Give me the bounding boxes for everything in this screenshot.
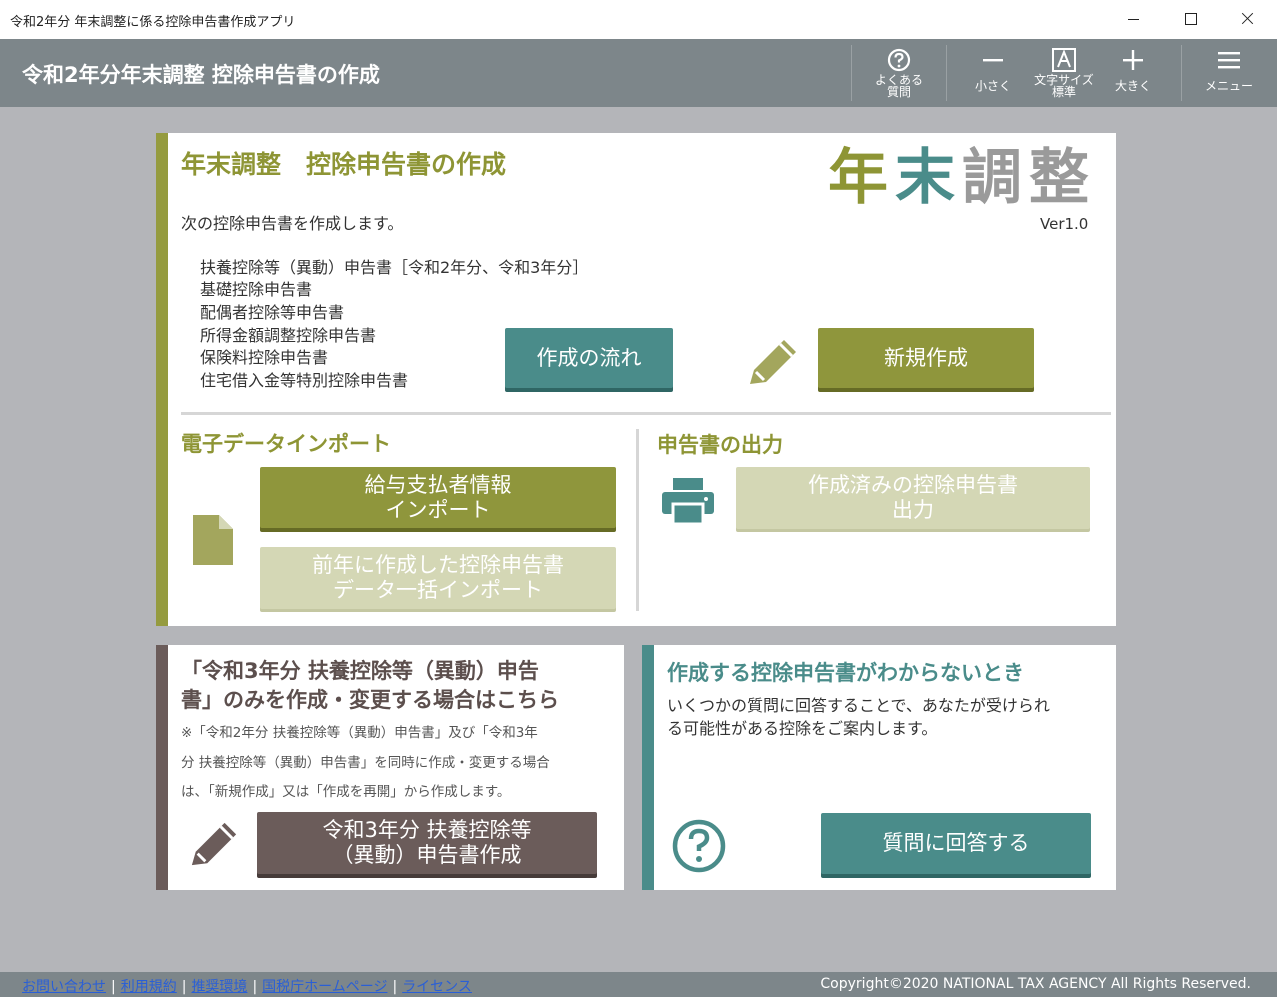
- divider: [851, 45, 852, 101]
- answer-questions-label: 質問に回答する: [882, 831, 1030, 855]
- font-size-icon: [1052, 48, 1076, 72]
- menu-label: メニュー: [1204, 79, 1253, 93]
- form-list-item: 保険料控除申告書: [200, 348, 329, 367]
- import-payer-label-2: インポート: [385, 497, 491, 522]
- new-creation-label: 新規作成: [884, 345, 968, 370]
- contact-link[interactable]: お問い合わせ: [22, 979, 106, 995]
- app-header: 令和2年分年末調整 控除申告書の作成 よくある 質問 小さく 文字サイズ 標準 …: [0, 39, 1277, 107]
- minus-icon: [983, 59, 1003, 62]
- nta-homepage-link[interactable]: 国税庁ホームページ: [262, 979, 387, 995]
- answer-questions-button[interactable]: 質問に回答する: [821, 813, 1091, 874]
- import-payer-label-1: 給与支払者情報: [364, 472, 512, 497]
- copyright: Copyright©2020 NATIONAL TAX AGENCY All R…: [820, 976, 1251, 992]
- output-heading: 申告書の出力: [657, 433, 783, 457]
- version-label: Ver1.0: [1040, 215, 1089, 233]
- reiwa3-create-button[interactable]: 令和3年分 扶養控除等 （異動）申告書作成: [257, 812, 597, 874]
- help-body-2: る可能性がある控除をご案内します。: [667, 719, 938, 738]
- font-larger-label: 大きく: [1114, 79, 1151, 93]
- form-list-item: 基礎控除申告書: [200, 280, 313, 299]
- faq-label-2: 質問: [886, 85, 911, 99]
- font-smaller-button[interactable]: 小さく: [963, 39, 1023, 107]
- footer: お問い合わせ | 利用規約 | 推奨環境 | 国税庁ホームページ | ライセンス Copyrig…: [0, 972, 1277, 997]
- terms-link[interactable]: 利用規約: [121, 979, 177, 995]
- help-heading: 作成する控除申告書がわからないとき: [667, 661, 1024, 685]
- output-label-1: 作成済みの控除申告書: [808, 473, 1018, 497]
- output-created-forms-button[interactable]: 作成済みの控除申告書 出力: [736, 467, 1090, 529]
- reiwa3-heading-2: 書」のみを作成・変更する場合はこちら: [181, 688, 559, 712]
- recommended-env-link[interactable]: 推奨環境: [191, 979, 247, 995]
- main-title: 年末調整 控除申告書の作成: [181, 150, 507, 179]
- reiwa3-button-label-2: （異動）申告書作成: [332, 843, 522, 867]
- form-list-item: 配偶者控除等申告書: [200, 303, 345, 322]
- document-icon: [193, 515, 233, 565]
- pencil-icon: [191, 822, 237, 866]
- plus-icon: [1123, 50, 1143, 70]
- font-standard-label-2: 標準: [1051, 85, 1076, 99]
- menu-button[interactable]: メニュー: [1192, 39, 1266, 107]
- divider: [1181, 45, 1182, 101]
- minimize-button[interactable]: [1105, 0, 1161, 39]
- font-standard-button[interactable]: 文字サイズ 標準: [1030, 39, 1098, 107]
- section-divider: [181, 412, 1111, 415]
- font-smaller-label: 小さく: [974, 79, 1011, 93]
- help-body-1: いくつかの質問に回答することで、あなたが受けられ: [667, 696, 1050, 715]
- maximize-button[interactable]: [1162, 0, 1218, 39]
- question-circle-icon: [887, 48, 911, 72]
- import-prev-label-1: 前年に作成した控除申告書: [312, 553, 564, 577]
- reiwa3-note-3: は、「新規作成」又は「作成を再開」から作成します。: [181, 784, 511, 800]
- help-card: 作成する控除申告書がわからないとき いくつかの質問に回答することで、あなたが受け…: [642, 645, 1116, 890]
- import-payer-info-button[interactable]: 給与支払者情報 インポート: [260, 467, 616, 528]
- import-heading: 電子データインポート: [181, 432, 391, 456]
- intro-text: 次の控除申告書を作成します。: [181, 214, 404, 233]
- import-previous-year-button[interactable]: 前年に作成した控除申告書 データ一括インポート: [260, 547, 616, 609]
- reiwa3-button-label-1: 令和3年分 扶養控除等: [322, 818, 532, 842]
- reiwa3-note-1: ※「令和2年分 扶養控除等（異動）申告書」及び「令和3年: [181, 725, 538, 741]
- app-title: 令和2年分年末調整 控除申告書の作成: [22, 63, 380, 87]
- nenmatsu-chosei-logo: 年末調整: [828, 143, 1096, 213]
- faq-button[interactable]: よくある 質問: [860, 39, 938, 107]
- section-divider-vertical: [636, 429, 639, 611]
- hamburger-menu-icon: [1218, 52, 1240, 69]
- footer-links: お問い合わせ | 利用規約 | 推奨環境 | 国税庁ホームページ | ライセンス: [22, 979, 472, 995]
- divider: [946, 45, 947, 101]
- form-list-item: 所得金額調整控除申告書: [200, 326, 377, 345]
- printer-icon: [662, 478, 714, 526]
- font-larger-button[interactable]: 大きく: [1103, 39, 1163, 107]
- main-card: 年末調整 控除申告書の作成 年末調整 Ver1.0 次の控除申告書を作成します。…: [156, 133, 1116, 626]
- close-button[interactable]: [1219, 0, 1275, 39]
- creation-flow-button[interactable]: 作成の流れ: [505, 328, 673, 388]
- window-titlebar: 令和2年分 年末調整に係る控除申告書作成アプリ: [0, 0, 1277, 39]
- new-creation-button[interactable]: 新規作成: [818, 328, 1034, 388]
- question-circle-icon: [672, 819, 726, 873]
- reiwa3-dependent-card: 「令和3年分 扶養控除等（異動）申告 書」のみを作成・変更する場合はこちら ※「…: [156, 645, 624, 890]
- form-list-item: 扶養控除等（異動）申告書［令和2年分、令和3年分］: [200, 258, 589, 277]
- window-title: 令和2年分 年末調整に係る控除申告書作成アプリ: [10, 15, 296, 30]
- creation-flow-label: 作成の流れ: [536, 345, 642, 370]
- output-label-2: 出力: [892, 498, 934, 522]
- license-link[interactable]: ライセンス: [402, 979, 472, 995]
- pencil-icon: [750, 340, 796, 384]
- import-prev-label-2: データ一括インポート: [333, 578, 543, 602]
- reiwa3-note-2: 分 扶養控除等（異動）申告書」を同時に作成・変更する場合: [181, 755, 550, 771]
- reiwa3-heading-1: 「令和3年分 扶養控除等（異動）申告: [181, 659, 539, 683]
- form-list-item: 住宅借入金等特別控除申告書: [200, 371, 409, 390]
